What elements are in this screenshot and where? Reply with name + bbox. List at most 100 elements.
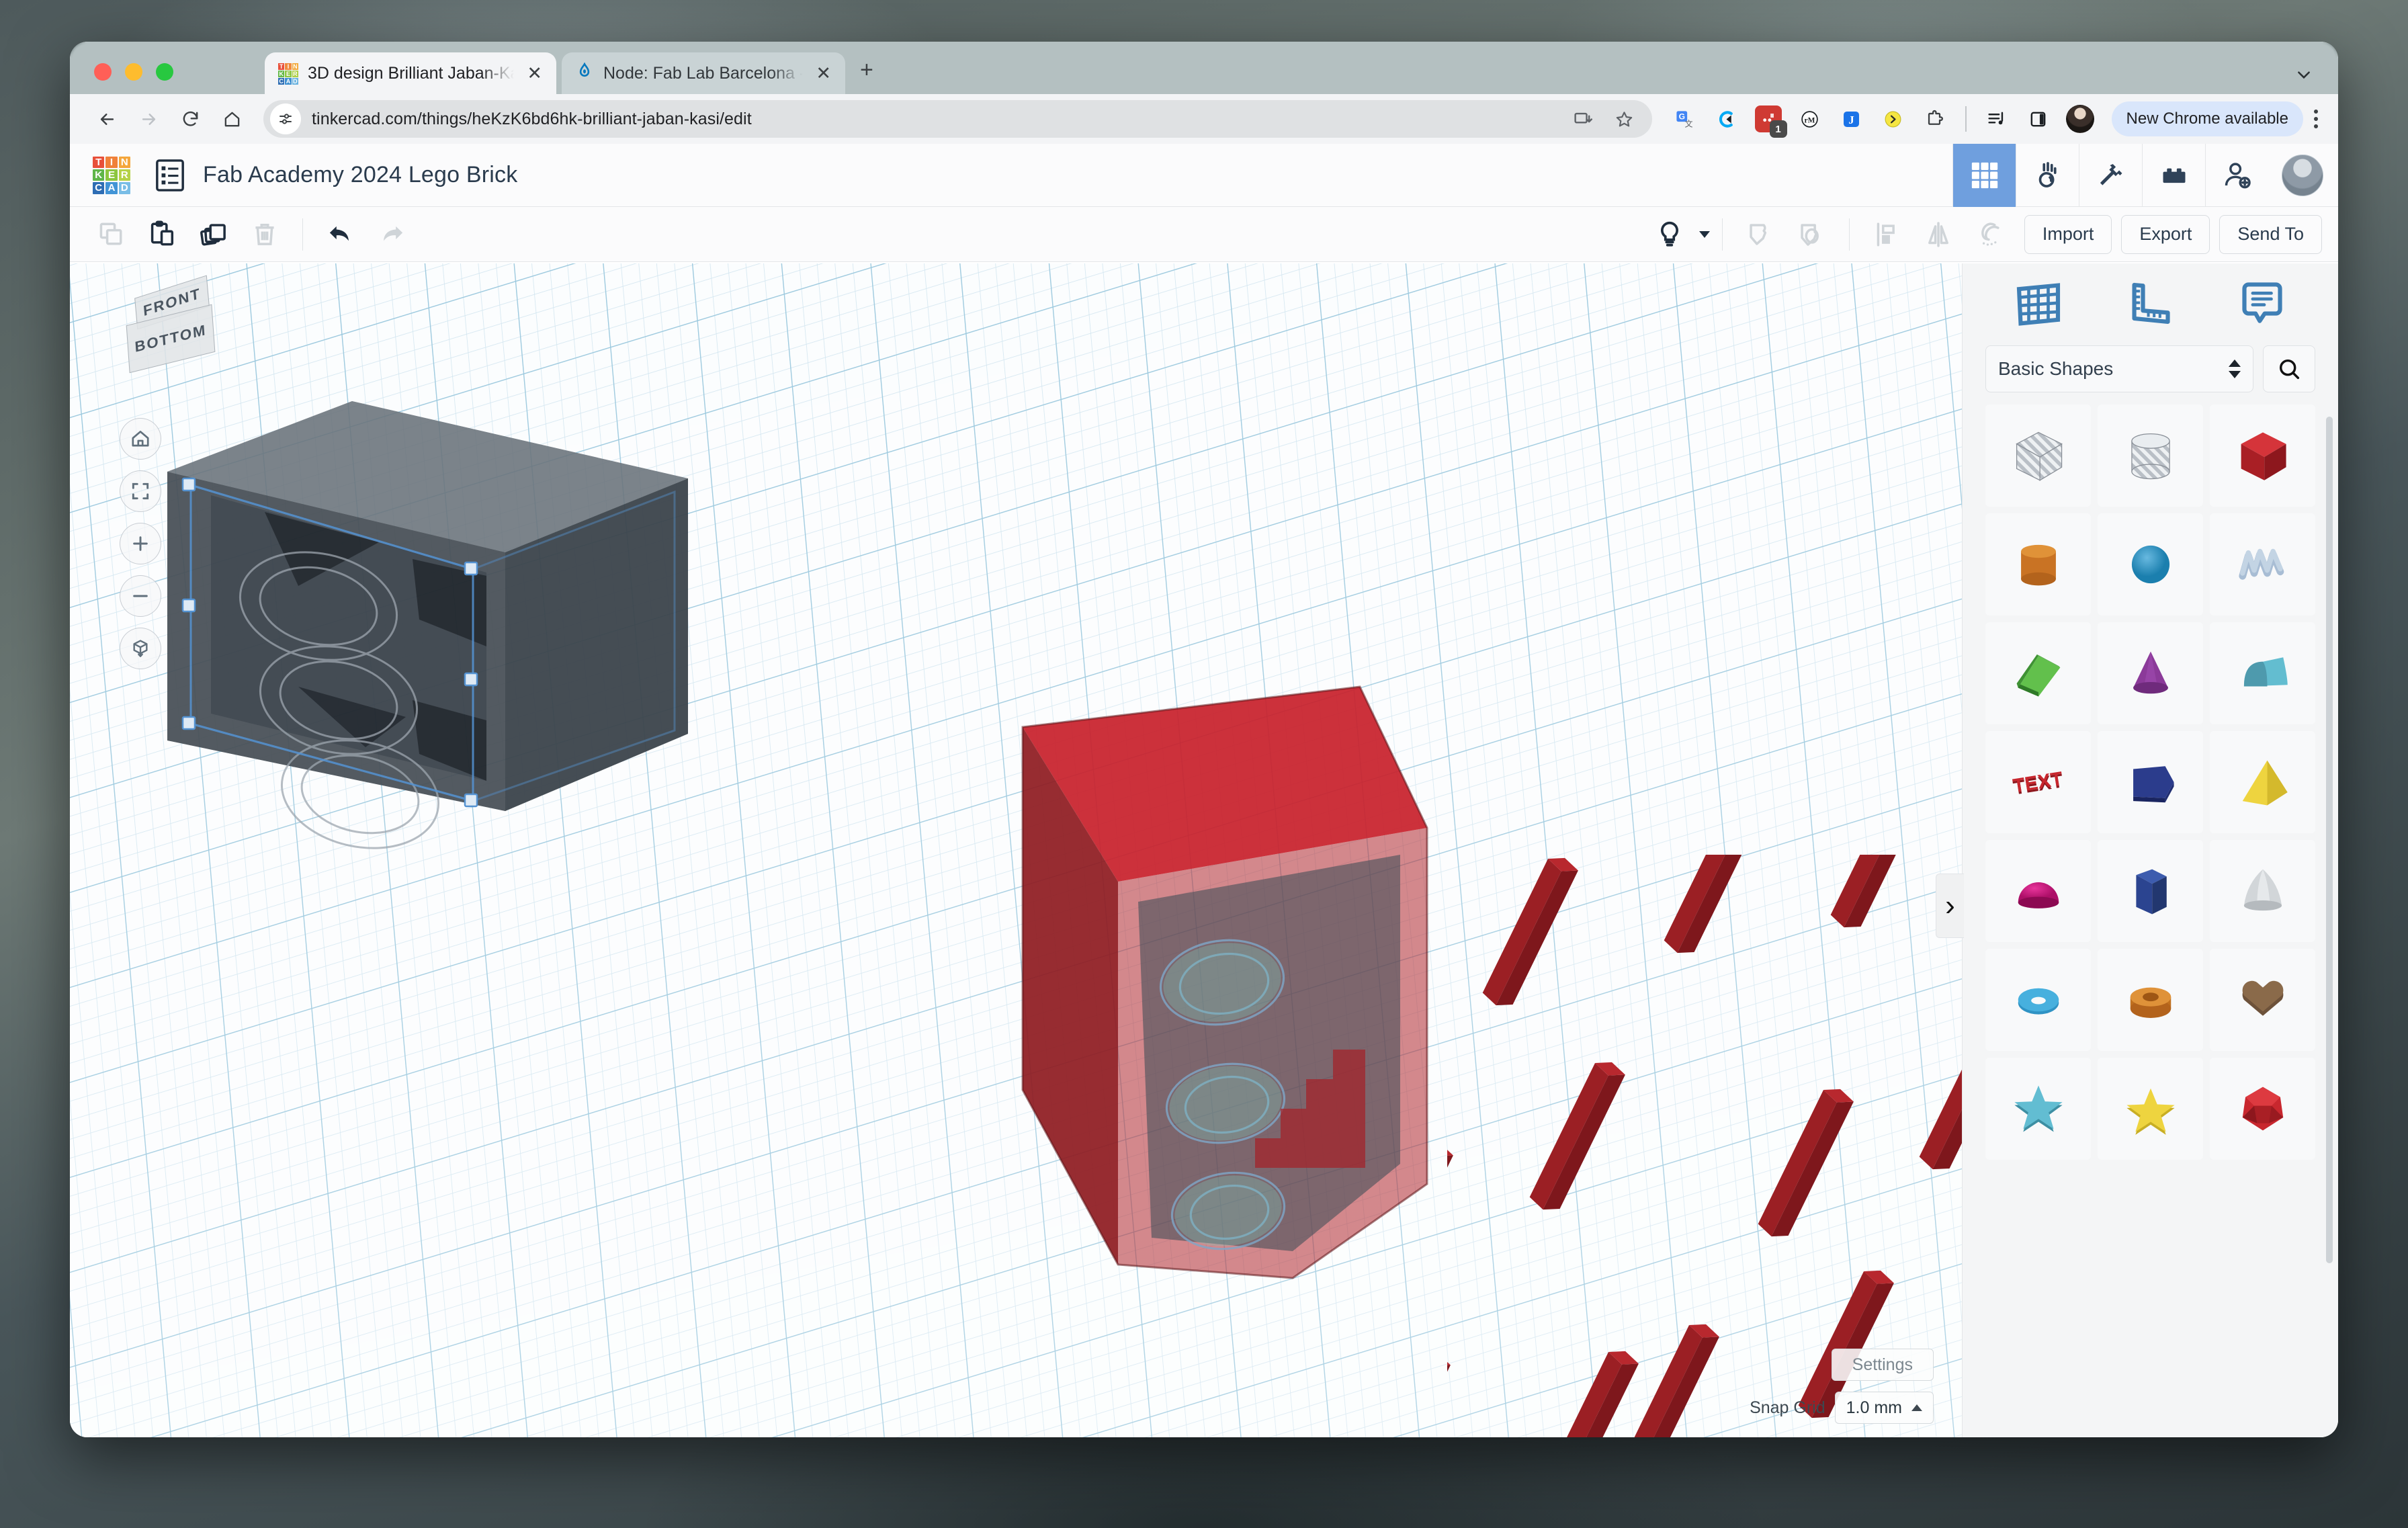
browser-tab-active[interactable]: TINKERCAD 3D design Brilliant Jaban-Kasi… [265, 52, 556, 94]
snap-grid-value[interactable]: 1.0 mm [1834, 1392, 1934, 1424]
shape-roof[interactable] [1985, 622, 2091, 724]
light-button[interactable] [1644, 215, 1695, 254]
invite-button[interactable] [2205, 143, 2268, 207]
red-text-icon: TEXT TEXT [2011, 768, 2064, 799]
clockify-icon[interactable] [1707, 99, 1746, 138]
ruler-tab[interactable] [2113, 276, 2187, 333]
undo-arrow-icon [329, 226, 349, 241]
chrome-update-pill[interactable]: New Chrome available [2111, 101, 2303, 136]
shape-hexagon-prism[interactable] [2098, 840, 2203, 942]
delete-button[interactable] [239, 215, 290, 254]
shape-torus[interactable] [1985, 949, 2091, 1051]
shape-box[interactable] [2210, 405, 2315, 507]
install-app-icon[interactable] [1563, 99, 1602, 138]
ungroup-button[interactable] [1786, 215, 1837, 254]
viewcube-bottom-label: BOTTOM [134, 321, 208, 355]
arrow-right-icon [142, 113, 155, 125]
search-shapes-button[interactable] [2263, 345, 2315, 392]
striped-box-icon [2015, 431, 2063, 481]
mirror-icon [1928, 221, 1948, 247]
shape-scribble[interactable] [2210, 513, 2315, 616]
shape-cylinder[interactable] [1985, 513, 2091, 616]
shape-half-sphere[interactable] [1985, 840, 2091, 942]
magnet-button[interactable] [1964, 215, 2015, 254]
home-button[interactable] [212, 99, 251, 138]
send-to-button[interactable]: Send To [2219, 214, 2322, 254]
panel-scrollbar[interactable] [2326, 417, 2333, 1263]
workplane-settings-button[interactable]: Settings [1831, 1349, 1934, 1381]
yellow-extension-icon[interactable] [1874, 99, 1913, 138]
shape-heart[interactable] [2210, 949, 2315, 1051]
workplane-canvas[interactable]: FRONT BOTTOM Settings Snap Grid 1.0 mm [70, 263, 1962, 1437]
tab-close-button[interactable]: ✕ [523, 62, 546, 85]
note-bubble-icon [2242, 282, 2282, 323]
shape-cylinder-hole[interactable] [2098, 405, 2203, 507]
shape-text[interactable]: TEXT TEXT [1985, 731, 2091, 833]
shape-polygon-arrow[interactable] [2098, 731, 2203, 833]
red-extension-icon[interactable]: 1 [1749, 99, 1788, 138]
bricks-button[interactable] [2142, 143, 2205, 207]
shape-grid-container[interactable]: TEXT TEXT [1963, 405, 2338, 1437]
star-icon[interactable] [1605, 99, 1644, 138]
profile-avatar[interactable] [2061, 99, 2100, 138]
three-dot-menu-icon[interactable] [2314, 110, 2318, 128]
close-window-button[interactable] [94, 63, 112, 81]
tinkercad-logo-icon[interactable]: TIN KER CAD [93, 156, 130, 194]
shape-cone[interactable] [2098, 622, 2203, 724]
notes-tab[interactable] [2225, 276, 2299, 333]
perspective-toggle-button[interactable] [120, 628, 161, 669]
shape-box-hole[interactable] [1985, 405, 2091, 507]
remarkable-icon[interactable]: rM [1791, 99, 1830, 138]
zoom-out-button[interactable] [120, 575, 161, 617]
new-tab-button[interactable]: + [860, 57, 873, 83]
browser-tab-inactive[interactable]: Node: Fab Lab Barcelona - 20 ✕ [562, 52, 845, 94]
shape-tube[interactable] [2098, 949, 2203, 1051]
panel-collapse-handle[interactable]: › [1936, 874, 1964, 939]
paste-button[interactable] [137, 215, 188, 254]
workplane-tab[interactable] [2002, 276, 2075, 333]
tab-close-button[interactable]: ✕ [812, 62, 834, 85]
circuits-button[interactable] [2016, 143, 2079, 207]
3d-design-grid-button[interactable] [1952, 143, 2016, 207]
mirror-button[interactable] [1913, 215, 1964, 254]
export-button[interactable]: Export [2121, 214, 2210, 254]
forward-button[interactable] [129, 99, 168, 138]
chevron-down-icon[interactable] [1698, 230, 1710, 238]
maximize-window-button[interactable] [156, 63, 173, 81]
duplicate-button[interactable] [188, 215, 239, 254]
back-button[interactable] [87, 99, 126, 138]
shape-star-yellow[interactable] [2098, 1058, 2203, 1160]
side-panel-icon[interactable] [2019, 99, 2058, 138]
align-button[interactable] [1862, 215, 1913, 254]
chevron-down-icon[interactable] [2295, 66, 2313, 83]
shape-sphere[interactable] [2098, 513, 2203, 616]
google-translate-icon[interactable]: G 文 [1666, 99, 1705, 138]
redo-button[interactable] [366, 215, 417, 254]
reload-button[interactable] [171, 99, 210, 138]
user-avatar[interactable] [2282, 154, 2323, 196]
shape-half-cylinder[interactable] [2210, 622, 2315, 724]
extensions-puzzle-icon[interactable] [1916, 99, 1954, 138]
media-list-icon[interactable] [1977, 99, 2016, 138]
address-bar[interactable]: tinkercad.com/things/heKzK6bd6hk-brillia… [263, 100, 1652, 138]
codeblocks-button[interactable] [2079, 143, 2142, 207]
view-cube[interactable]: FRONT BOTTOM [110, 275, 251, 392]
zoom-in-button[interactable] [120, 523, 161, 564]
shape-polyhedron[interactable] [2210, 1058, 2315, 1160]
shape-pyramid[interactable] [2210, 731, 2315, 833]
import-button[interactable]: Import [2024, 214, 2112, 254]
copy-button[interactable] [86, 215, 137, 254]
fit-to-view-button[interactable] [120, 470, 161, 512]
blue-sphere-icon [2131, 545, 2169, 584]
site-settings-icon[interactable] [270, 103, 301, 134]
group-button[interactable] [1735, 215, 1786, 254]
teal-star-icon [2014, 1085, 2063, 1132]
minimize-window-button[interactable] [125, 63, 142, 81]
list-panel-icon[interactable] [155, 159, 185, 192]
shape-star-teal[interactable] [1985, 1058, 2091, 1160]
shape-category-select[interactable]: Basic Shapes [1985, 345, 2253, 392]
joplin-icon[interactable]: J [1832, 99, 1871, 138]
home-view-button[interactable] [120, 418, 161, 460]
undo-button[interactable] [315, 215, 366, 254]
shape-paraboloid[interactable] [2210, 840, 2315, 942]
